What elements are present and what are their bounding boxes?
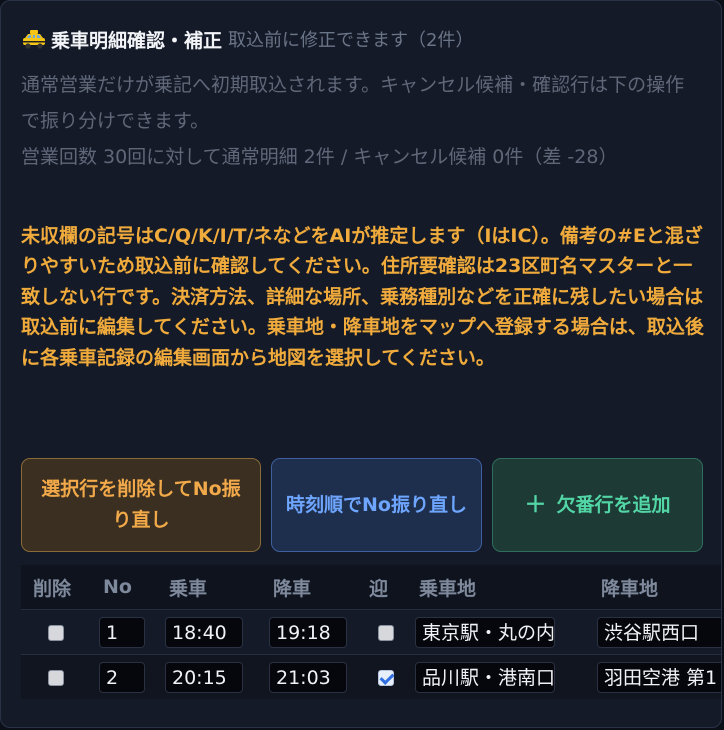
pickup-checkbox[interactable] — [378, 625, 394, 641]
delete-checkbox[interactable] — [48, 625, 64, 641]
pickup-checkbox[interactable] — [378, 670, 394, 686]
column-header-pickup: 迎 — [365, 565, 407, 610]
column-header-from: 乗車地 — [407, 565, 589, 610]
description: 通常営業だけが乗記へ初期取込されます。キャンセル候補・確認行は下の操作で振り分け… — [21, 67, 701, 175]
alight-time-input[interactable]: 19:18 — [269, 616, 347, 648]
column-header-delete: 削除 — [21, 565, 91, 610]
to-cell: 羽田空港 第1 — [589, 654, 721, 699]
table-row: 2 20:15 21:03 品川駅・港南口 羽田空港 第1 — [21, 654, 721, 699]
sort-renumber-button[interactable]: 時刻順でNo振り直し — [271, 458, 482, 552]
table-row: 1 18:40 19:18 東京駅・丸の内 渋谷駅西口 — [21, 609, 721, 655]
column-header-to: 降車地 — [589, 565, 721, 610]
sort-renumber-label: 時刻順でNo振り直し — [286, 493, 467, 516]
rides-table-container[interactable]: 削除 No 乗車 降車 迎 乗車地 降車地 1 18:40 19:18 東京駅・… — [21, 565, 721, 711]
add-missing-row-button[interactable]: ＋ 欠番行を追加 — [492, 458, 703, 552]
delete-renumber-button[interactable]: 選択行を削除してNo振り直し — [21, 458, 261, 552]
to-cell: 渋谷駅西口 — [589, 609, 721, 655]
delete-renumber-label: 選択行を削除してNo振り直し — [41, 478, 241, 531]
board-cell: 18:40 — [157, 609, 261, 655]
add-missing-row-label: 欠番行を追加 — [556, 493, 671, 516]
from-cell: 品川駅・港南口 — [407, 654, 589, 699]
table-header-row: 削除 No 乗車 降車 迎 乗車地 降車地 — [21, 565, 721, 610]
no-input[interactable]: 2 — [99, 661, 145, 693]
alight-time-input[interactable]: 21:03 — [269, 661, 347, 693]
delete-cell — [21, 654, 91, 699]
no-input[interactable]: 1 — [99, 616, 145, 648]
import-review-panel: 乗車明細確認・補正 取込前に修正できます（2件） 通常営業だけが乗記へ初期取込さ… — [0, 0, 722, 728]
board-time-input[interactable]: 18:40 — [165, 616, 243, 648]
column-header-board: 乗車 — [157, 565, 261, 610]
description-line-counts: 営業回数 30回に対して通常明細 2件 / キャンセル候補 0件（差 -28） — [21, 146, 618, 168]
panel-subtitle: 取込前に修正できます（2件） — [228, 30, 474, 51]
pickup-cell — [365, 654, 407, 699]
no-cell: 1 — [91, 609, 157, 655]
panel-header: 乗車明細確認・補正 取込前に修正できます（2件） — [21, 23, 473, 55]
warning-text: 未収欄の記号はC/Q/K/I/T/ネなどをAIが推定します（IはIC）。備考の#… — [21, 225, 704, 369]
panel-title: 乗車明細確認・補正 — [51, 29, 223, 52]
column-header-no: No — [91, 565, 157, 610]
rides-table: 削除 No 乗車 降車 迎 乗車地 降車地 1 18:40 19:18 東京駅・… — [21, 565, 721, 699]
plus-icon: ＋ — [524, 492, 547, 518]
board-time-input[interactable]: 20:15 — [165, 661, 243, 693]
from-location-input[interactable]: 東京駅・丸の内 — [415, 616, 555, 648]
no-cell: 2 — [91, 654, 157, 699]
from-cell: 東京駅・丸の内 — [407, 609, 589, 655]
alight-cell: 21:03 — [261, 654, 365, 699]
delete-cell — [21, 609, 91, 655]
to-location-input[interactable]: 羽田空港 第1 — [597, 661, 721, 693]
to-location-input[interactable]: 渋谷駅西口 — [597, 616, 721, 648]
board-cell: 20:15 — [157, 654, 261, 699]
delete-checkbox[interactable] — [48, 670, 64, 686]
column-header-alight: 降車 — [261, 565, 365, 610]
pickup-cell — [365, 609, 407, 655]
taxi-icon — [23, 30, 45, 49]
alight-cell: 19:18 — [261, 609, 365, 655]
from-location-input[interactable]: 品川駅・港南口 — [415, 661, 555, 693]
description-line-import: 通常営業だけが乗記へ初期取込されます。キャンセル候補・確認行は下の操作で振り分け… — [21, 74, 685, 132]
